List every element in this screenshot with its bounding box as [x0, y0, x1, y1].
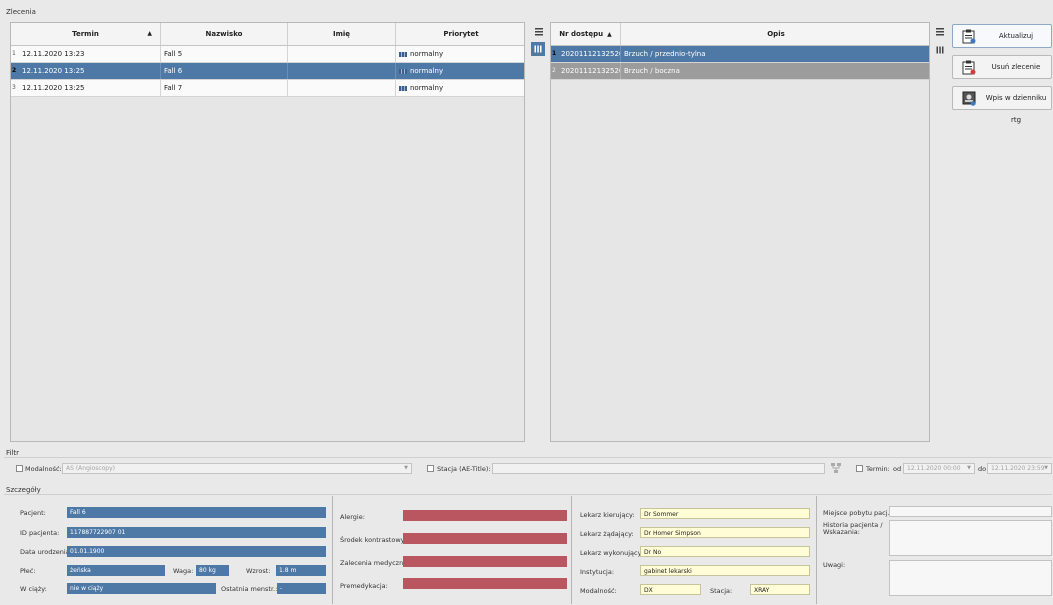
- last-menstruation-label: Ostatnia menstr.:: [221, 585, 278, 593]
- modality-filter-checkbox[interactable]: [16, 465, 23, 472]
- sex-field[interactable]: żeńska: [67, 565, 165, 576]
- modality-filter-select[interactable]: AS (Angioscopy) ▼: [62, 463, 412, 474]
- height-label: Wzrost:: [246, 567, 271, 575]
- xray-log-icon: [962, 91, 976, 106]
- medical-recommendations-label: Zalecenia medyczne:: [340, 559, 410, 567]
- column-header-termin[interactable]: Termin ▲: [11, 23, 161, 45]
- birth-date-label: Data urodzenia:: [20, 548, 72, 556]
- table-row[interactable]: 2 202011121325264 Brzuch / boczna: [551, 63, 929, 80]
- station-field[interactable]: XRAY: [750, 584, 810, 595]
- premedication-label: Premedykacja:: [340, 582, 388, 590]
- orders-section-title: Zlecenia: [6, 8, 36, 16]
- filter-section-title: Filtr: [6, 449, 20, 457]
- column-header-opis[interactable]: Opis: [621, 23, 929, 45]
- pregnancy-field[interactable]: nie w ciąży: [67, 583, 216, 594]
- notes-label: Uwagi:: [823, 561, 846, 569]
- clipboard-icon: [962, 29, 976, 44]
- menu-icon[interactable]: [533, 26, 545, 38]
- station-filter-label: Stacja (AE-Title):: [437, 465, 491, 473]
- station-filter-checkbox[interactable]: [427, 465, 434, 472]
- network-icon[interactable]: [830, 462, 842, 474]
- referring-doctor-label: Lekarz kierujący:: [580, 511, 635, 519]
- institution-field[interactable]: gabinet lekarski: [640, 565, 810, 576]
- orders-table-header: Termin ▲ Nazwisko Imię Priorytet: [11, 23, 524, 46]
- patient-history-field[interactable]: [889, 520, 1052, 556]
- delete-order-button[interactable]: Usuń zlecenie: [952, 55, 1052, 79]
- station-filter-input[interactable]: [492, 463, 825, 474]
- accession-table-header: Nr dostępu ▲ Opis: [551, 23, 929, 46]
- divider: [4, 457, 1052, 458]
- last-menstruation-field[interactable]: -: [277, 583, 326, 594]
- premedication-field[interactable]: [403, 578, 567, 589]
- weight-label: Waga:: [173, 567, 194, 575]
- height-field[interactable]: 1.8 m: [276, 565, 326, 576]
- menu-icon[interactable]: [934, 26, 946, 38]
- column-header-nr-dostepu[interactable]: Nr dostępu ▲: [551, 23, 621, 45]
- patient-label: Pacjent:: [20, 509, 46, 517]
- table-row[interactable]: 3 12.11.2020 13:25 Fall 7 normalny: [11, 80, 524, 97]
- patient-history-label: Historia pacjenta / Wskazania:: [823, 521, 883, 536]
- medical-recommendations-field[interactable]: [403, 556, 567, 567]
- date-filter-label: Termin:: [866, 465, 890, 473]
- columns-icon[interactable]: [531, 42, 545, 56]
- date-to-field[interactable]: 12.11.2020 23:59 ▼: [987, 463, 1052, 474]
- details-section-title: Szczegóły: [6, 486, 41, 494]
- allergy-label: Alergie:: [340, 513, 365, 521]
- weight-field[interactable]: 80 kg: [196, 565, 229, 576]
- chevron-down-icon: ▼: [1044, 465, 1048, 471]
- column-header-nazwisko[interactable]: Nazwisko: [161, 23, 288, 45]
- contrast-agent-label: Środek kontrastowy:: [340, 536, 407, 544]
- table-row[interactable]: 2 12.11.2020 13:25 Fall 6 normalny: [11, 63, 524, 80]
- institution-label: Instytucja:: [580, 568, 615, 576]
- pregnancy-label: W ciąży:: [20, 585, 47, 593]
- patient-id-label: ID pacjenta:: [20, 529, 60, 537]
- modality-filter-label: Modalność:: [25, 465, 62, 473]
- referring-doctor-field[interactable]: Dr Sommer: [640, 508, 810, 519]
- birth-date-field[interactable]: 01.01.1900: [67, 546, 326, 557]
- notes-field[interactable]: [889, 560, 1052, 596]
- columns-icon[interactable]: [934, 44, 946, 56]
- modality-label: Modalność:: [580, 587, 617, 595]
- allergy-field[interactable]: [403, 510, 567, 521]
- patient-name-field[interactable]: Fall 6: [67, 507, 326, 518]
- priority-icon: [399, 85, 407, 91]
- patient-location-label: Miejsce pobytu pacj.:: [823, 509, 892, 517]
- table-row[interactable]: 1 202011121325263 Brzuch / przednio-tyln…: [551, 46, 929, 63]
- priority-icon: [399, 51, 407, 57]
- station-label: Stacja:: [710, 587, 733, 595]
- performing-doctor-field[interactable]: Dr No: [640, 546, 810, 557]
- requesting-doctor-label: Lekarz żądający:: [580, 530, 634, 538]
- table-row[interactable]: 1 12.11.2020 13:23 Fall 5 normalny: [11, 46, 524, 63]
- divider: [4, 494, 1052, 495]
- sex-label: Płeć:: [20, 567, 36, 575]
- date-to-label: do: [978, 465, 987, 473]
- column-header-imie[interactable]: Imię: [288, 23, 396, 45]
- date-filter-checkbox[interactable]: [856, 465, 863, 472]
- patient-location-field[interactable]: [889, 506, 1052, 517]
- date-from-field[interactable]: 12.11.2020 00:00 ▼: [903, 463, 975, 474]
- xray-log-entry-button[interactable]: Wpis w dzienniku rtg: [952, 86, 1052, 124]
- priority-icon: [399, 68, 407, 74]
- clipboard-delete-icon: [962, 60, 976, 75]
- chevron-down-icon: ▼: [967, 465, 971, 471]
- orders-table[interactable]: Termin ▲ Nazwisko Imię Priorytet 1 12.11.…: [10, 22, 525, 442]
- patient-id-field[interactable]: 117887722907 01: [67, 527, 326, 538]
- chevron-down-icon: ▼: [404, 465, 408, 471]
- contrast-agent-field[interactable]: [403, 533, 567, 544]
- update-button[interactable]: Aktualizuj: [952, 24, 1052, 48]
- performing-doctor-label: Lekarz wykonujący:: [580, 549, 644, 557]
- accession-table[interactable]: Nr dostępu▲ Opis 1 202011121325263 Brzuc…: [550, 22, 930, 442]
- requesting-doctor-field[interactable]: Dr Homer Simpson: [640, 527, 810, 538]
- column-header-priorytet[interactable]: Priorytet: [396, 23, 524, 45]
- modality-field[interactable]: DX: [640, 584, 701, 595]
- date-from-label: od: [893, 465, 902, 473]
